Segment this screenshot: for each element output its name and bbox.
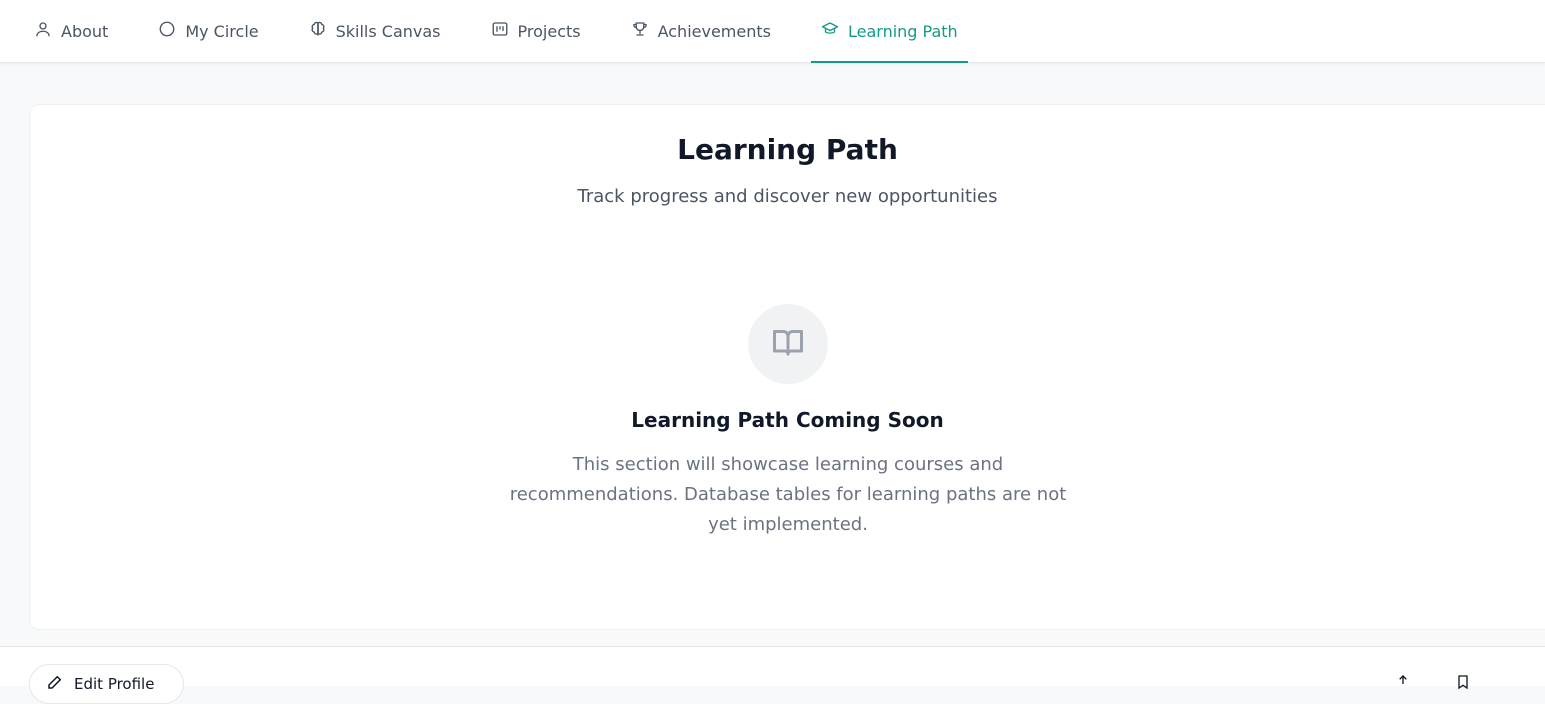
empty-state-icon-wrap <box>748 304 828 384</box>
tab-learning-path[interactable]: Learning Path <box>810 0 968 63</box>
tab-label: About <box>61 21 109 41</box>
circle-icon <box>158 20 176 42</box>
footer-bar <box>0 646 1545 686</box>
tab-label: My Circle <box>185 21 259 41</box>
edit-icon <box>46 673 64 695</box>
book-open-icon <box>770 324 806 364</box>
graduation-cap-icon <box>821 20 839 42</box>
kanban-icon <box>491 20 509 42</box>
empty-state-title: Learning Path Coming Soon <box>631 408 944 432</box>
tab-label: Learning Path <box>847 21 958 41</box>
brain-icon <box>309 20 327 42</box>
trophy-icon <box>631 20 649 42</box>
page-title: Learning Path <box>677 133 898 166</box>
tab-label: Skills Canvas <box>335 21 441 41</box>
share-icon[interactable] <box>1395 674 1411 690</box>
bookmark-icon[interactable] <box>1455 674 1471 690</box>
empty-state-description: This section will showcase learning cour… <box>509 454 1067 535</box>
tab-achievements[interactable]: Achievements <box>621 0 781 62</box>
user-icon <box>34 20 52 42</box>
tab-my-circle[interactable]: My Circle <box>148 0 268 62</box>
tab-about[interactable]: About <box>24 0 118 62</box>
profile-tab-nav: About My Circle Skills Canvas Projects A… <box>0 0 1545 63</box>
tab-label: Projects <box>517 21 581 41</box>
tab-projects[interactable]: Projects <box>481 0 591 62</box>
tab-label: Achievements <box>657 21 771 41</box>
page-subtitle: Track progress and discover new opportun… <box>577 186 998 207</box>
tab-skills-canvas[interactable]: Skills Canvas <box>299 0 451 62</box>
edit-profile-button[interactable]: Edit Profile <box>29 664 184 704</box>
edit-profile-label: Edit Profile <box>74 675 155 693</box>
